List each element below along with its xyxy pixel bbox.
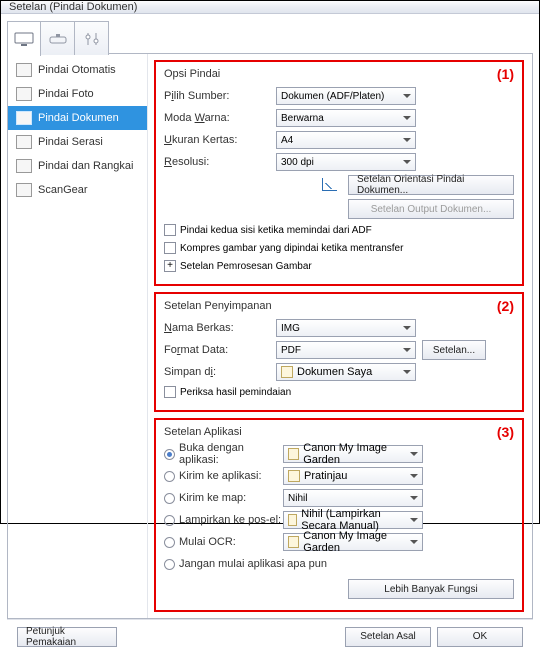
resolution-label: Resolusi: [164,156,276,168]
mail-icon [288,514,297,526]
content: Pindai Otomatis Pindai Foto Pindai Dokum… [1,14,539,659]
sidebar-item-scangear[interactable]: ScanGear [8,178,147,202]
sidebar-item-label: Pindai Serasi [38,136,103,148]
sidebar-item-label: Pindai Dokumen [38,112,119,124]
settings-window: Setelan (Pindai Dokumen) Pindai Otomatis… [0,0,540,524]
sidebar-item-document[interactable]: Pindai Dokumen [8,106,147,130]
no-app-radio[interactable] [164,559,175,570]
send-to-app-label: Kirim ke aplikasi: [179,470,283,482]
app-icon [288,536,299,548]
window-title: Setelan (Pindai Dokumen) [9,1,137,13]
scan-options-group: (1) Opsi Pindai Pilih Sumber: Dokumen (A… [154,60,524,286]
sidebar-item-photo[interactable]: Pindai Foto [8,82,147,106]
tab-from-scanner[interactable] [41,21,75,55]
defaults-button[interactable]: Setelan Asal [345,627,431,647]
send-to-folder-select[interactable]: Nihil [283,489,423,507]
format-settings-button[interactable]: Setelan... [422,340,486,360]
sidebar-item-label: Pindai dan Rangkai [38,160,133,172]
image-processing-label: Setelan Pemrosesan Gambar [180,261,312,272]
source-label: Pilih Sumber: [164,90,276,102]
annotation-2: (2) [497,298,514,314]
orientation-settings-button[interactable]: Setelan Orientasi Pindai Dokumen... [348,175,514,195]
scan-both-sides-checkbox[interactable] [164,224,176,236]
tab-from-computer[interactable] [7,21,41,56]
color-mode-label: Moda Warna: [164,112,276,124]
save-settings-group: (2) Setelan Penyimpanan Nama Berkas: IMG… [154,292,524,412]
send-to-folder-label: Kirim ke map: [179,492,283,504]
more-functions-button[interactable]: Lebih Banyak Fungsi [348,579,514,599]
sidebar-item-label: ScanGear [38,184,88,196]
compress-label: Kompres gambar yang dipindai ketika ment… [180,243,403,254]
send-to-folder-radio[interactable] [164,493,175,504]
filename-label: Nama Berkas: [164,322,276,334]
doc-icon [16,159,32,173]
sidebar: Pindai Otomatis Pindai Foto Pindai Dokum… [8,54,148,618]
ok-button[interactable]: OK [437,627,523,647]
folder-icon [281,366,293,378]
doc-icon [16,135,32,149]
group-title: Setelan Aplikasi [164,426,514,438]
save-in-select[interactable]: Dokumen Saya [276,363,416,381]
body: Pindai Otomatis Pindai Foto Pindai Dokum… [7,54,533,619]
send-to-app-select[interactable]: Pratinjau [283,467,423,485]
scan-both-sides-label: Pindai kedua sisi ketika memindai dari A… [180,225,372,236]
source-select[interactable]: Dokumen (ADF/Platen) [276,87,416,105]
save-in-label: Simpan di: [164,366,276,378]
start-ocr-select[interactable]: Canon My Image Garden [283,533,423,551]
application-settings-group: (3) Setelan Aplikasi Buka dengan aplikas… [154,418,524,612]
format-select[interactable]: PDF [276,341,416,359]
tab-general[interactable] [75,21,109,55]
sidebar-item-label: Pindai Foto [38,88,94,100]
attach-email-label: Lampirkan ke pos-el: [179,514,283,526]
sidebar-item-label: Pindai Otomatis [38,64,116,76]
attach-email-select[interactable]: Nihil (Lampirkan Secara Manual) [283,511,423,529]
tabstrip [7,20,533,54]
sliders-icon [84,31,100,47]
output-settings-button[interactable]: Setelan Output Dokumen... [348,199,514,219]
open-with-select[interactable]: Canon My Image Garden [283,445,423,463]
annotation-3: (3) [497,424,514,440]
annotation-1: (1) [497,66,514,82]
app-icon [288,448,299,460]
sidebar-item-stitch[interactable]: Pindai dan Rangkai [8,154,147,178]
send-to-app-radio[interactable] [164,471,175,482]
scanner-icon [48,32,68,46]
compress-checkbox[interactable] [164,242,176,254]
main-panel: (1) Opsi Pindai Pilih Sumber: Dokumen (A… [148,54,532,618]
start-ocr-label: Mulai OCR: [179,536,283,548]
paper-size-select[interactable]: A4 [276,131,416,149]
group-title: Opsi Pindai [164,68,514,80]
paper-size-label: Ukuran Kertas: [164,134,276,146]
open-with-radio[interactable] [164,449,175,460]
doc-icon [16,111,32,125]
no-app-label: Jangan mulai aplikasi apa pun [179,558,327,570]
sidebar-item-auto[interactable]: Pindai Otomatis [8,58,147,82]
doc-icon [16,63,32,77]
start-ocr-radio[interactable] [164,537,175,548]
check-results-checkbox[interactable] [164,386,176,398]
footer: Petunjuk Pemakaian Setelan Asal OK [7,619,533,653]
format-label: Format Data: [164,344,276,356]
check-results-label: Periksa hasil pemindaian [180,387,291,398]
group-title: Setelan Penyimpanan [164,300,514,312]
doc-icon [16,87,32,101]
chart-icon[interactable] [322,179,336,191]
app-icon [288,470,300,482]
expand-image-processing[interactable]: + [164,260,176,272]
sidebar-item-custom[interactable]: Pindai Serasi [8,130,147,154]
resolution-select[interactable]: 300 dpi [276,153,416,171]
open-with-label: Buka dengan aplikasi: [179,442,283,466]
instructions-button[interactable]: Petunjuk Pemakaian [17,627,117,647]
monitor-icon [14,32,34,46]
color-mode-select[interactable]: Berwarna [276,109,416,127]
titlebar: Setelan (Pindai Dokumen) [1,1,539,14]
filename-select[interactable]: IMG [276,319,416,337]
doc-icon [16,183,32,197]
